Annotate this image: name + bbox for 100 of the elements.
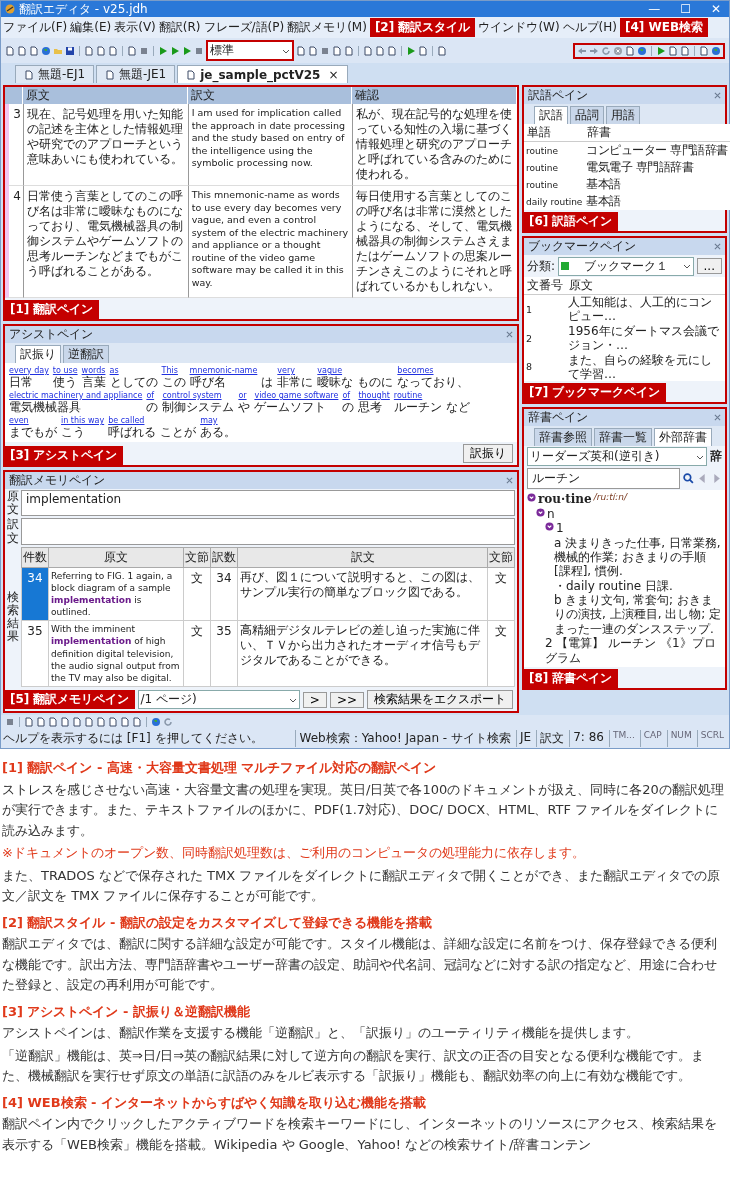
ruby-text: 使う — [52, 375, 77, 389]
style-dropdown[interactable]: 標準 — [206, 40, 294, 61]
menu-item[interactable]: ファイル(F) — [3, 19, 68, 36]
menu-item[interactable]: フレーズ/語(P) — [203, 19, 285, 36]
table-cell: 2 — [524, 323, 566, 353]
dictionary-dropdown[interactable]: リーダーズ英和(逆引き) — [527, 447, 707, 467]
ruby-gloss: routine — [393, 391, 423, 400]
document-tab[interactable]: 無題-JE1 — [96, 65, 176, 83]
table-cell: I am used for implication called the approach in date processing and the study based on entry of the intelligence using the symbolic processing now. — [187, 104, 353, 186]
section-heading: [2] 翻訳スタイル - 翻訳の設定をカスタマイズして登録できる機能を搭載 — [2, 913, 433, 932]
column-header: 訳文 — [187, 87, 353, 104]
ruby-button[interactable]: 訳振り — [463, 444, 513, 463]
status-position: 7: 86 — [569, 730, 607, 747]
result-row[interactable]: 35 With the imminent implementation of high definition digital television, the audio signal output from the TV may also be digital. 文 35 高精細デジタルテレビの差し迫った実施に伴い、ＴＶから出力されたオーディオ信号もデジタルであることができる。 文 — [21, 620, 515, 687]
callout-label: [1] 翻訳ペイン — [5, 300, 99, 319]
paragraph: 翻訳エディタでは、翻訳に関する詳細な設定が可能です。スタイル機能は、詳細な設定に名前をつけ、保存登録できる便利な機能です。訳出方法、専門語辞書やユーザー辞書の設定、助詞や代名詞、冠詞などに対する訳の指定など、用途に合わせた登録と、設定の再利用が可能です。 — [2, 935, 718, 994]
pane-tab[interactable]: 訳振り — [15, 345, 61, 363]
ruby-text: は — [261, 375, 274, 389]
row-number: 3 — [5, 104, 23, 186]
ruby-text: の — [146, 400, 159, 414]
pane-title: ブックマークペイン — [528, 238, 636, 255]
ruby-gloss: words — [81, 366, 106, 375]
row-number: 4 — [5, 186, 23, 298]
ruby-text: 日常 — [9, 375, 33, 389]
dictionary-mark: 辞 — [710, 448, 722, 466]
section-heading: [4] WEB検索 - インターネットからすばやく知識を取り込む機能を搭載 — [2, 1093, 428, 1112]
table-cell: 文 — [487, 567, 515, 621]
table-cell: daily routine — [524, 193, 585, 210]
column-header: 文番号 — [524, 277, 566, 295]
paragraph: また、TRADOS などで保存された TMX ファイルをダイレクトに翻訳エディタで開くことができ、また翻訳エディタでの原文／訳文を TMX ファイルに保存することが可能です。 — [2, 866, 722, 905]
next-page-button[interactable]: > — [302, 691, 327, 708]
menu-item[interactable]: 編集(E) — [70, 19, 112, 36]
column-header: 確認 — [352, 87, 517, 104]
document-tab[interactable]: 無題-EJ1 — [15, 65, 95, 83]
pane-tab[interactable]: 訳語 — [534, 106, 568, 124]
ruby-text: の — [342, 400, 355, 414]
ruby-text: 電気機械器具 — [9, 400, 81, 414]
last-page-button[interactable]: >> — [329, 691, 364, 708]
note: ※ドキュメントのオープン数、同時翻訳処理数は、ご利用のコンピュータの処理能力に依存します。 — [2, 844, 586, 862]
table-cell: また、自らの経験を元にして学習… — [566, 352, 725, 382]
paragraph: 「逆翻訳」機能は、英⇒日/日⇒英の翻訳結果に対して逆方向の翻訳を実行、訳文の正否の目安となる便利な機能です。また、機械翻訳を実行せず原文の単語に訳語のみをルビ表示する「訳振り」機能も、翻訳効率の向上に有効な機能です。 — [2, 1046, 706, 1085]
ruby-gloss: control system — [162, 391, 222, 400]
window-control[interactable]: ☐ — [676, 2, 695, 16]
document-tab[interactable]: je_sample_pctV25 × — [177, 65, 348, 83]
ruby-gloss: in this way — [61, 416, 105, 425]
pane-tab[interactable]: 外部辞書 — [654, 428, 712, 447]
window-control[interactable]: — — [644, 2, 665, 16]
table-cell: 日常使う言葉としてのこの呼び名は非常に曖昧なものになっており、電気機械器具の制御システムやゲームソフトの思考ルーチンなどまでもがこう呼ばれることがある。 — [23, 186, 188, 298]
callout-label: [4] WEB検索 — [620, 18, 709, 37]
ruby-gloss: as — [109, 366, 119, 375]
table-cell: 現在、記号処理を用いた知能の記述を主体とした情報処理や研究でのアプローチという意味あいにも使われている。 — [23, 104, 188, 186]
export-button[interactable]: 検索結果をエクスポート — [367, 690, 513, 709]
source-search-field[interactable]: implementation — [21, 490, 515, 517]
status-field: 訳文 — [536, 730, 568, 747]
table-cell: 1956年にダートマス会議でジョン・… — [566, 323, 725, 353]
status-indicator: TM... — [608, 730, 638, 747]
entry-text: 2 【電算】 ルーチン 《1》プログラム — [545, 636, 717, 666]
ruby-text: ことが — [160, 425, 197, 439]
ruby-text: 曖昧な — [317, 375, 354, 389]
entry-text: rou·tine — [538, 492, 592, 507]
pane-tab[interactable]: 辞書参照 — [534, 428, 592, 447]
table-cell: 私が、現在記号的な処理を使っている知性の入場に基づく情報処理と研究のアプローチと呼ばれている含みのために使われる。 — [352, 104, 517, 186]
callout-label: [8] 辞書ペイン — [524, 669, 618, 689]
pane-tab[interactable]: 逆翻訳 — [63, 345, 109, 363]
menu-item[interactable]: ウインドウ(W) — [478, 19, 560, 36]
more-button[interactable]: ... — [696, 258, 722, 274]
callout-label: [7] ブックマークペイン — [524, 383, 666, 403]
table-cell: routine — [524, 176, 585, 193]
menu-item[interactable]: 翻訳(R) — [158, 19, 201, 36]
ruby-gloss: very — [277, 366, 296, 375]
ruby-gloss: of — [342, 391, 351, 400]
table-cell: 再び、図１について説明すると、この図は、サンプル実行の簡単なブロック図である。 — [237, 567, 488, 621]
category-dropdown[interactable]: ブックマーク１ — [558, 256, 694, 276]
ruby-gloss: mnemonic-name — [189, 366, 258, 375]
menu-item[interactable]: ヘルプ(H) — [562, 19, 617, 36]
menu-item[interactable]: 翻訳メモリ(M) — [287, 19, 367, 36]
column-header: 単語 — [524, 124, 585, 142]
lookup-field[interactable]: ルーチン — [527, 468, 680, 490]
column-header: 原文 — [566, 277, 725, 295]
page-dropdown[interactable]: /1 ページ) — [137, 690, 300, 709]
ruby-text: としての — [109, 375, 158, 389]
window-control[interactable]: ✕ — [706, 2, 725, 16]
field-label: 原文 — [7, 490, 19, 517]
ruby-text: 非常に — [277, 375, 314, 389]
tab-close-button[interactable]: × — [328, 67, 339, 82]
status-help-text: ヘルプを表示するには [F1] を押してください。 — [3, 730, 264, 747]
ruby-text: ある。 — [200, 425, 237, 439]
field-label: 訳文 — [7, 518, 19, 545]
ruby-gloss: of — [146, 391, 155, 400]
tab-label: 無題-EJ1 — [38, 66, 86, 83]
result-row[interactable]: 34 Referring to FIG. 1 again, a block diagram of a sample implementation is outlined. 文 34 再び、図１について説明すると、この図は、サンプル実行の簡単なブロック図である。 文 — [21, 567, 515, 621]
menu-item[interactable]: 表示(V) — [114, 19, 156, 36]
section-heading: [3] アシストペイン - 訳振り＆逆翻訳機能 — [2, 1002, 251, 1021]
callout-label: [6] 訳語ペイン — [524, 212, 618, 231]
pronunciation: /ruːtíːn/ — [593, 492, 627, 504]
table-cell: routine — [524, 141, 585, 159]
ruby-text: この — [161, 375, 186, 389]
pane-tab[interactable]: 品詞 — [570, 106, 604, 124]
pane-tab[interactable]: 辞書一覧 — [594, 428, 652, 447]
pane-tab[interactable]: 用語 — [606, 106, 640, 124]
